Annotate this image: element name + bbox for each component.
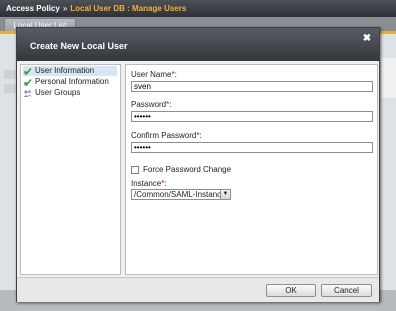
breadcrumb: Access Policy» Local User DB : Manage Use… [6,4,186,13]
check-icon [23,78,32,87]
force-password-change-checkbox[interactable] [131,166,139,174]
section-nav: User Information Personal Information Us… [20,64,121,275]
breadcrumb-separator: » [62,4,68,13]
force-password-change-label: Force Password Change [143,165,232,174]
instance-label: Instance*: [131,179,167,188]
user-groups-icon [23,89,32,98]
confirm-password-input[interactable] [131,142,373,153]
breadcrumb-root[interactable]: Access Policy [6,4,60,13]
password-input[interactable] [131,111,373,122]
background-side-panel [381,58,396,98]
nav-label: User Information [35,66,95,75]
password-label: Password*: [131,100,172,109]
chevron-down-icon: ▼ [220,190,230,199]
check-icon [23,67,32,76]
user-form: User Name*: Password*: Confirm Password*… [125,64,378,275]
nav-item-user-groups[interactable]: User Groups [23,88,117,98]
nav-label: User Groups [35,88,81,97]
close-icon[interactable]: ✖ [362,34,372,44]
cancel-button[interactable]: Cancel [321,284,372,297]
dialog-title: Create New Local User [30,41,128,51]
top-bar: Access Policy» Local User DB : Manage Use… [0,0,396,17]
dialog-footer: OK Cancel [17,277,379,302]
dialog-header: Create New Local User ✖ [17,28,379,61]
nav-item-personal-information[interactable]: Personal Information [23,77,117,87]
ok-button[interactable]: OK [266,284,316,297]
instance-select[interactable]: /Common/SAML-Instance ▼ [131,189,231,200]
username-input[interactable] [131,81,373,92]
username-label: User Name*: [131,70,177,79]
create-user-dialog: Create New Local User ✖ User Information… [16,27,380,302]
breadcrumb-current: Local User DB : Manage Users [70,4,187,13]
nav-label: Personal Information [35,77,109,86]
nav-item-user-information[interactable]: User Information [23,66,117,76]
instance-selected-value: /Common/SAML-Instance [134,190,226,199]
confirm-password-label: Confirm Password*: [131,131,202,140]
